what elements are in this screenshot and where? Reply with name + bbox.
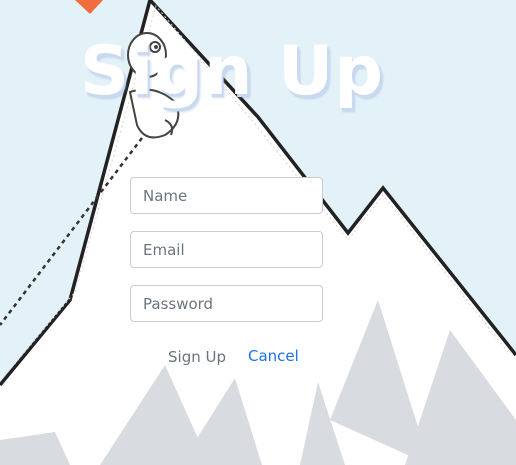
password-field[interactable]	[130, 285, 323, 322]
sign-up-button[interactable]: Sign Up	[160, 344, 234, 370]
email-field[interactable]	[130, 231, 323, 268]
cancel-button[interactable]: Cancel	[240, 343, 307, 369]
name-field[interactable]	[130, 177, 323, 214]
page-title: Sign Up	[80, 32, 384, 111]
